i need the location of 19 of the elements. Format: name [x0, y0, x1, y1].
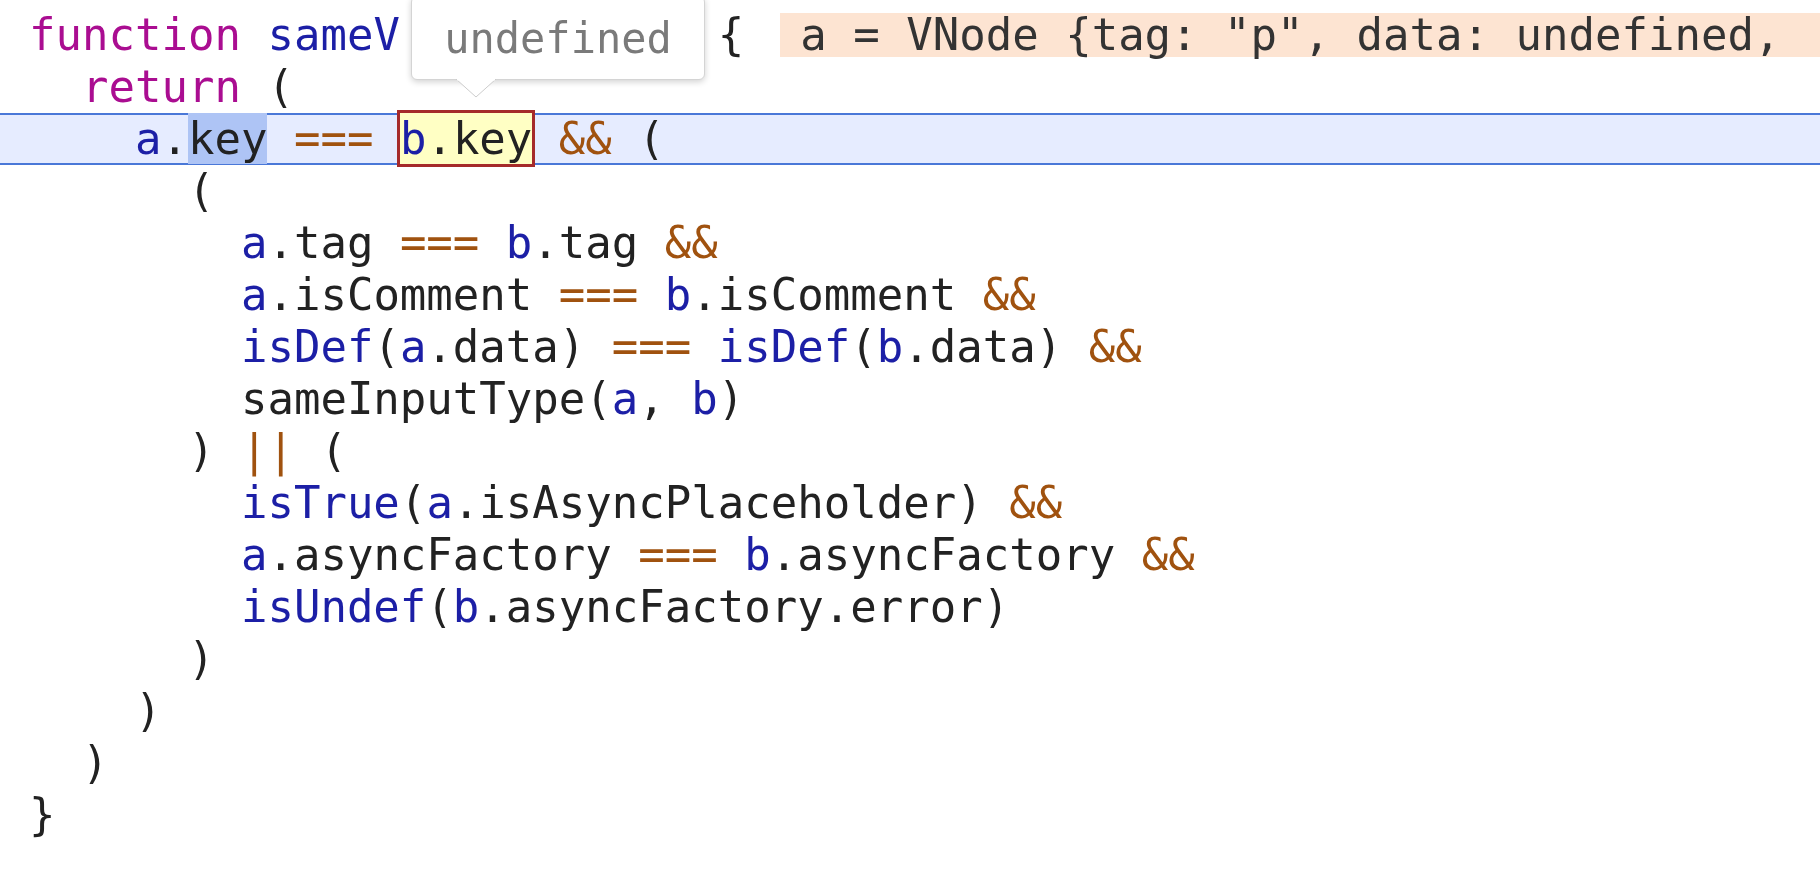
code-line: )	[81, 737, 109, 789]
code-line: isDef(a.data) === isDef(b.data) &&	[240, 321, 1142, 373]
code-line: }	[29, 789, 56, 841]
code-line: )	[187, 633, 215, 685]
code-line: sameInputType(a, b)	[240, 373, 745, 425]
code-line: function sameV	[29, 9, 400, 61]
code-line: a.isComment === b.isComment &&	[240, 269, 1036, 321]
code-line: a.tag === b.tag &&	[240, 217, 718, 269]
code-text: {	[717, 9, 745, 61]
code-line: a.asyncFactory === b.asyncFactory &&	[240, 529, 1195, 581]
code-line: (	[187, 165, 215, 217]
code-line: isTrue(a.isAsyncPlaceholder) &&	[240, 477, 1063, 529]
code-line: isUndef(b.asyncFactory.error)	[240, 581, 1010, 633]
tooltip-arrow-icon	[456, 79, 496, 98]
code-line: ) || (	[187, 425, 347, 477]
inline-value: a = VNode {tag: "p", data: undefined,	[780, 13, 1820, 57]
code-line: a.key === b.key && (	[134, 113, 665, 165]
code-line: return (	[81, 61, 294, 113]
code-line: )	[134, 685, 162, 737]
